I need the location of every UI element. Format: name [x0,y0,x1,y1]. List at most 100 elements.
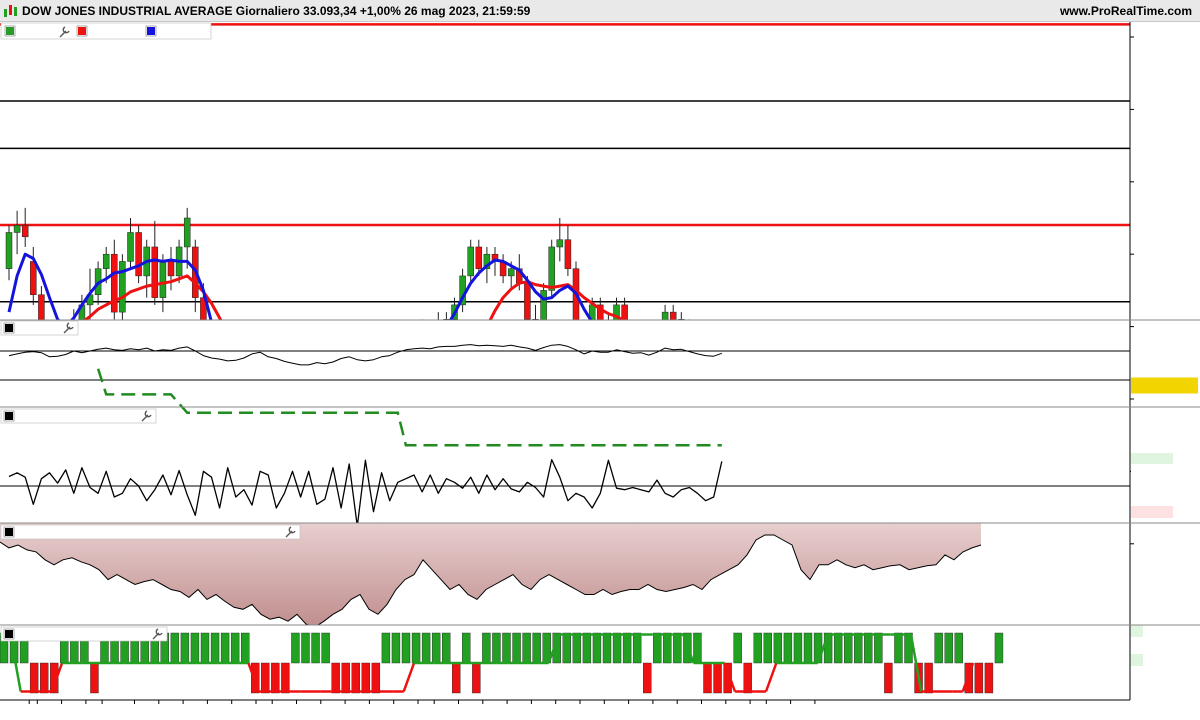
legend-swatch [3,410,15,422]
daily-up-bar [522,632,531,664]
legend-swatch [3,322,15,334]
daily-down-bar [472,662,481,694]
volume-background [0,407,1130,523]
daily-up-bar [803,632,813,664]
daily-up-bar [783,632,793,664]
daily-up-bar [763,632,772,664]
chart-title: DOW JONES INDUSTRIAL AVERAGE Giornaliero… [22,4,531,18]
daily-up-bar [180,632,190,664]
daily-up-bar [592,632,602,664]
daily-up-bar [532,632,541,664]
legend-swatch [3,526,15,538]
legend-swatch [145,25,157,37]
daily-down-bar [361,662,370,694]
daily-down-bar [452,662,461,694]
daily-up-bar [200,632,210,664]
daily-up-bar [753,632,762,664]
daily-up-bar [622,632,632,664]
value-tag-background [1131,464,1173,476]
daily-up-bar [462,632,471,664]
legend-swatch [76,25,88,37]
daily-up-bar [311,632,320,664]
daily-up-bar [833,632,843,664]
daily-up-bar [854,632,863,664]
daily-up-bar [301,632,310,664]
value-tag-background [1131,506,1173,518]
daily-up-bar [421,632,431,664]
daily-up-bar [291,632,300,664]
daily-up-bar [864,632,873,664]
x-axis [0,699,1200,720]
daily-down-bar [271,662,280,694]
current-price-tag-background [1131,377,1198,394]
daily-up-bar [773,632,783,664]
volume-legend [0,408,157,424]
daily-up-bar [733,632,742,664]
daily-down-bar [331,662,340,694]
daily-down-bar [974,662,984,694]
daily-down-bar [703,662,712,694]
daily-up-bar [442,632,451,664]
legend-swatch [4,25,16,37]
daily-up-bar [321,632,330,664]
daily-up-bar [170,632,180,664]
twobar-tick-background [1131,682,1143,694]
daily-up-bar [482,632,491,664]
twobar-panel[interactable] [0,625,1143,700]
daily-down-bar [371,662,381,694]
daily-down-bar [29,662,39,694]
daily-up-bar [582,632,592,664]
daily-down-bar [643,662,652,694]
daily-down-bar [351,662,360,694]
daily-down-bar [713,662,722,694]
daily-up-bar [411,632,421,664]
candle [135,225,142,284]
daily-down-bar [743,662,752,694]
daily-up-bar [994,632,1004,664]
daily-down-bar [984,662,994,694]
daily-up-bar [431,632,441,664]
daily-up-bar [190,632,200,664]
daily-up-bar [954,632,963,664]
chart-area[interactable] [0,22,1200,720]
daily-down-bar [341,662,350,694]
twobar-tick-background [1131,654,1143,666]
site-link[interactable]: www.ProRealTime.com [1060,4,1192,18]
daily-up-bar [391,632,401,664]
daily-up-bar [653,632,662,664]
daily-down-bar [90,662,99,694]
daily-up-bar [844,632,853,664]
daily-up-bar [663,632,672,664]
mansfield-panel[interactable] [0,523,1130,628]
daily-up-bar [693,632,702,664]
mansfield-legend [0,524,301,540]
daily-up-bar [793,632,803,664]
twobar-tick-background [1131,625,1143,637]
daily-down-bar [924,662,933,694]
daily-up-bar [894,632,903,664]
x-axis-background [0,700,1200,720]
daily-up-bar [874,632,883,664]
daily-up-bar [240,632,250,664]
daily-up-bar [944,632,953,664]
daily-up-bar [602,632,612,664]
daily-down-bar [40,662,49,694]
price-legend [0,22,212,40]
legend-swatch [3,628,15,640]
daily-up-bar [381,632,391,664]
daily-up-bar [512,632,521,664]
daily-up-bar [401,632,411,664]
daily-up-bar [572,632,582,664]
daily-up-bar [492,632,501,664]
prorealtime-logo-icon [4,5,17,17]
daily-up-bar [230,632,240,664]
daily-up-bar [673,632,682,664]
daily-down-bar [281,662,290,694]
daily-up-bar [813,632,823,664]
daily-up-bar [220,632,230,664]
value-tag-background [1131,453,1173,465]
daily-up-bar [562,632,571,664]
daily-up-bar [210,632,220,664]
daily-up-bar [934,632,943,664]
daily-up-bar [502,632,511,664]
